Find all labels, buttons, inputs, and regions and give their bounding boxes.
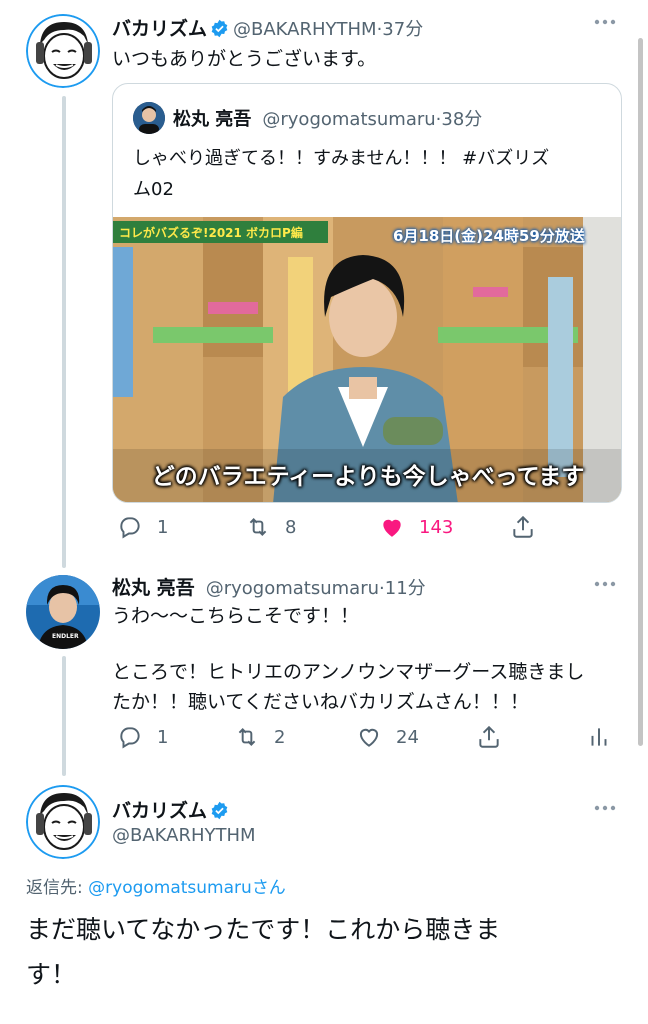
scrollbar[interactable] [638,38,643,746]
more-dots-icon [594,581,616,587]
reply-count: 1 [157,726,169,748]
quoted-text-line-2: ム02 [133,179,174,200]
focused-tweet-text-line-2: す！ [26,960,77,989]
thread-line-2 [62,656,66,776]
analytics-bars-icon [591,728,607,746]
verified-badge-icon [211,19,228,38]
author-name[interactable]: バカリズム [112,800,207,822]
more-options-button[interactable] [592,798,618,823]
tweet-text-line-3: たか！！聴いてくださいねバカリズムさん！！！ [112,691,529,713]
more-options-button[interactable] [592,574,618,599]
person-photo-icon [133,102,165,134]
author-handle[interactable]: @BAKARHYTHM [112,825,256,846]
reply-context: 返信先: @ryogomatsumaruさん [26,873,286,898]
like-button[interactable]: 143 [379,514,453,540]
avatar-bakarhythm[interactable] [26,785,100,859]
tweet1-header: バカリズム @BAKARHYTHM·37分 [112,14,423,41]
avatar-ryogomatsumaru[interactable]: ENDLER [26,575,100,649]
share-button[interactable] [510,514,550,540]
reply-button[interactable]: 1 [117,724,168,750]
video-caption: どのバラエティーよりも今しゃべってます [151,464,585,490]
quoted-text-line-1: しゃべり過ぎてる！！すみません！！！ #バズリズ [133,148,550,169]
timestamp[interactable]: ·37分 [377,19,424,40]
quoted-timestamp: ·38分 [435,109,483,130]
video-badge-right: 6月18日(金)24時59分放送 [393,227,585,245]
tweet-text-line-2: ところで！ヒトリエのアンノウンマザーグース聴きまし [112,661,585,683]
reply-button[interactable]: 1 [117,514,168,540]
retweet-icon [238,728,256,746]
reply-icon [120,727,140,749]
author-handle[interactable]: @BAKARHYTHM [233,19,377,40]
retweet-button[interactable]: 2 [234,724,285,750]
retweet-count: 2 [274,726,286,748]
share-button[interactable] [476,724,516,750]
reply-count: 1 [157,516,169,538]
quoted-author-name: 松丸 亮吾 [173,109,252,130]
avatar-illustration-icon [26,14,100,88]
retweet-icon [249,518,267,536]
reply-to-link[interactable]: @ryogomatsumaru [88,878,252,898]
reply-label: 返信先: [26,878,89,898]
like-count: 24 [396,726,419,748]
share-icon [513,515,533,538]
retweet-button[interactable]: 8 [245,514,296,540]
heart-outline-icon [359,728,379,747]
tweet-text-line-1: うわ〜〜こちらこそです！！ [112,605,360,627]
more-dots-icon [594,805,616,811]
tweet-text: いつもありがとうございます。 [112,48,377,70]
reply-suffix: さん [251,878,286,898]
heart-filled-icon [383,519,401,537]
quoted-author-avatar[interactable] [133,102,165,134]
author-name[interactable]: バカリズム [112,18,207,40]
retweet-count: 8 [285,516,297,538]
video-badge-left: コレがバズるぞ!2021 ボカロP編 [119,226,303,240]
timestamp[interactable]: ·11分 [379,578,426,599]
author-handle[interactable]: @ryogomatsumaru [206,578,379,599]
more-options-button[interactable] [592,12,618,37]
share-icon [479,725,499,748]
avatar-illustration-icon [26,785,100,859]
like-count: 143 [419,516,454,538]
author-name[interactable]: 松丸 亮吾 [112,577,195,599]
reply-icon [120,517,140,539]
tweet2-header: 松丸 亮吾 @ryogomatsumaru·11分 [112,573,426,600]
shirt-logo-text: ENDLER [52,633,79,640]
analytics-button[interactable] [586,724,626,750]
quoted-video-thumbnail[interactable]: コレがバズるぞ!2021 ボカロP編 6月18日(金)24時59分放送 どのバラ… [113,217,621,502]
verified-badge-icon [211,801,228,820]
like-button[interactable]: 24 [356,724,419,750]
quoted-tweet-card[interactable]: 松丸 亮吾 @ryogomatsumaru·38分 しゃべり過ぎてる！！すみませ… [112,83,622,503]
thread-line-1 [62,96,66,568]
more-dots-icon [594,19,616,25]
avatar-bakarhythm[interactable] [26,14,100,88]
focused-tweet-text-line-1: まだ聴いてなかったです！これから聴きま [26,915,501,944]
tweet3-author: バカリズム [112,796,233,823]
quoted-header: 松丸 亮吾 @ryogomatsumaru·38分 [173,105,482,131]
quoted-author-handle: @ryogomatsumaru [262,109,436,130]
